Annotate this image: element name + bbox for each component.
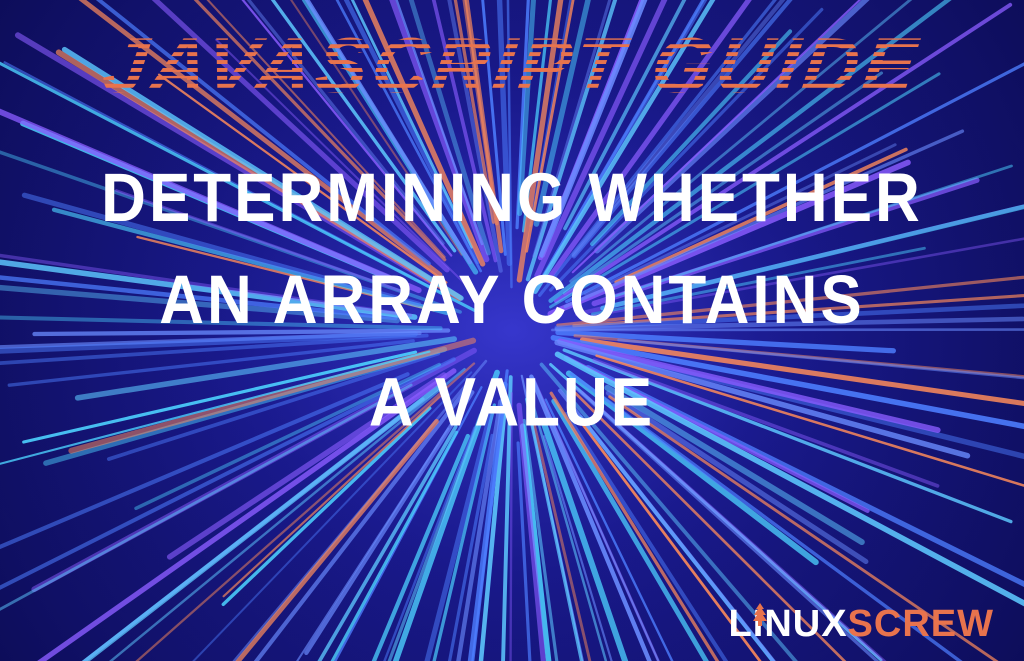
article-title: DETERMINING WHETHER AN ARRAY CONTAINS A … xyxy=(101,147,923,454)
subtitle-line-3: A VALUE xyxy=(369,365,655,441)
logo-text-screw: SCREW xyxy=(848,603,994,646)
tree-icon xyxy=(751,601,769,627)
subtitle-line-1: DETERMINING WHETHER xyxy=(101,160,923,236)
content-container: JAVASCRIPT GUIDE DETERMINING WHETHER AN … xyxy=(0,0,1024,440)
category-title: JAVASCRIPT GUIDE xyxy=(98,20,926,111)
subtitle-line-2: AN ARRAY CONTAINS xyxy=(159,263,865,339)
promotional-banner: JAVASCRIPT GUIDE DETERMINING WHETHER AN … xyxy=(0,0,1024,661)
brand-logo: LINUX SCREW xyxy=(729,603,994,646)
logo-text-linux: LINUX xyxy=(729,603,848,646)
